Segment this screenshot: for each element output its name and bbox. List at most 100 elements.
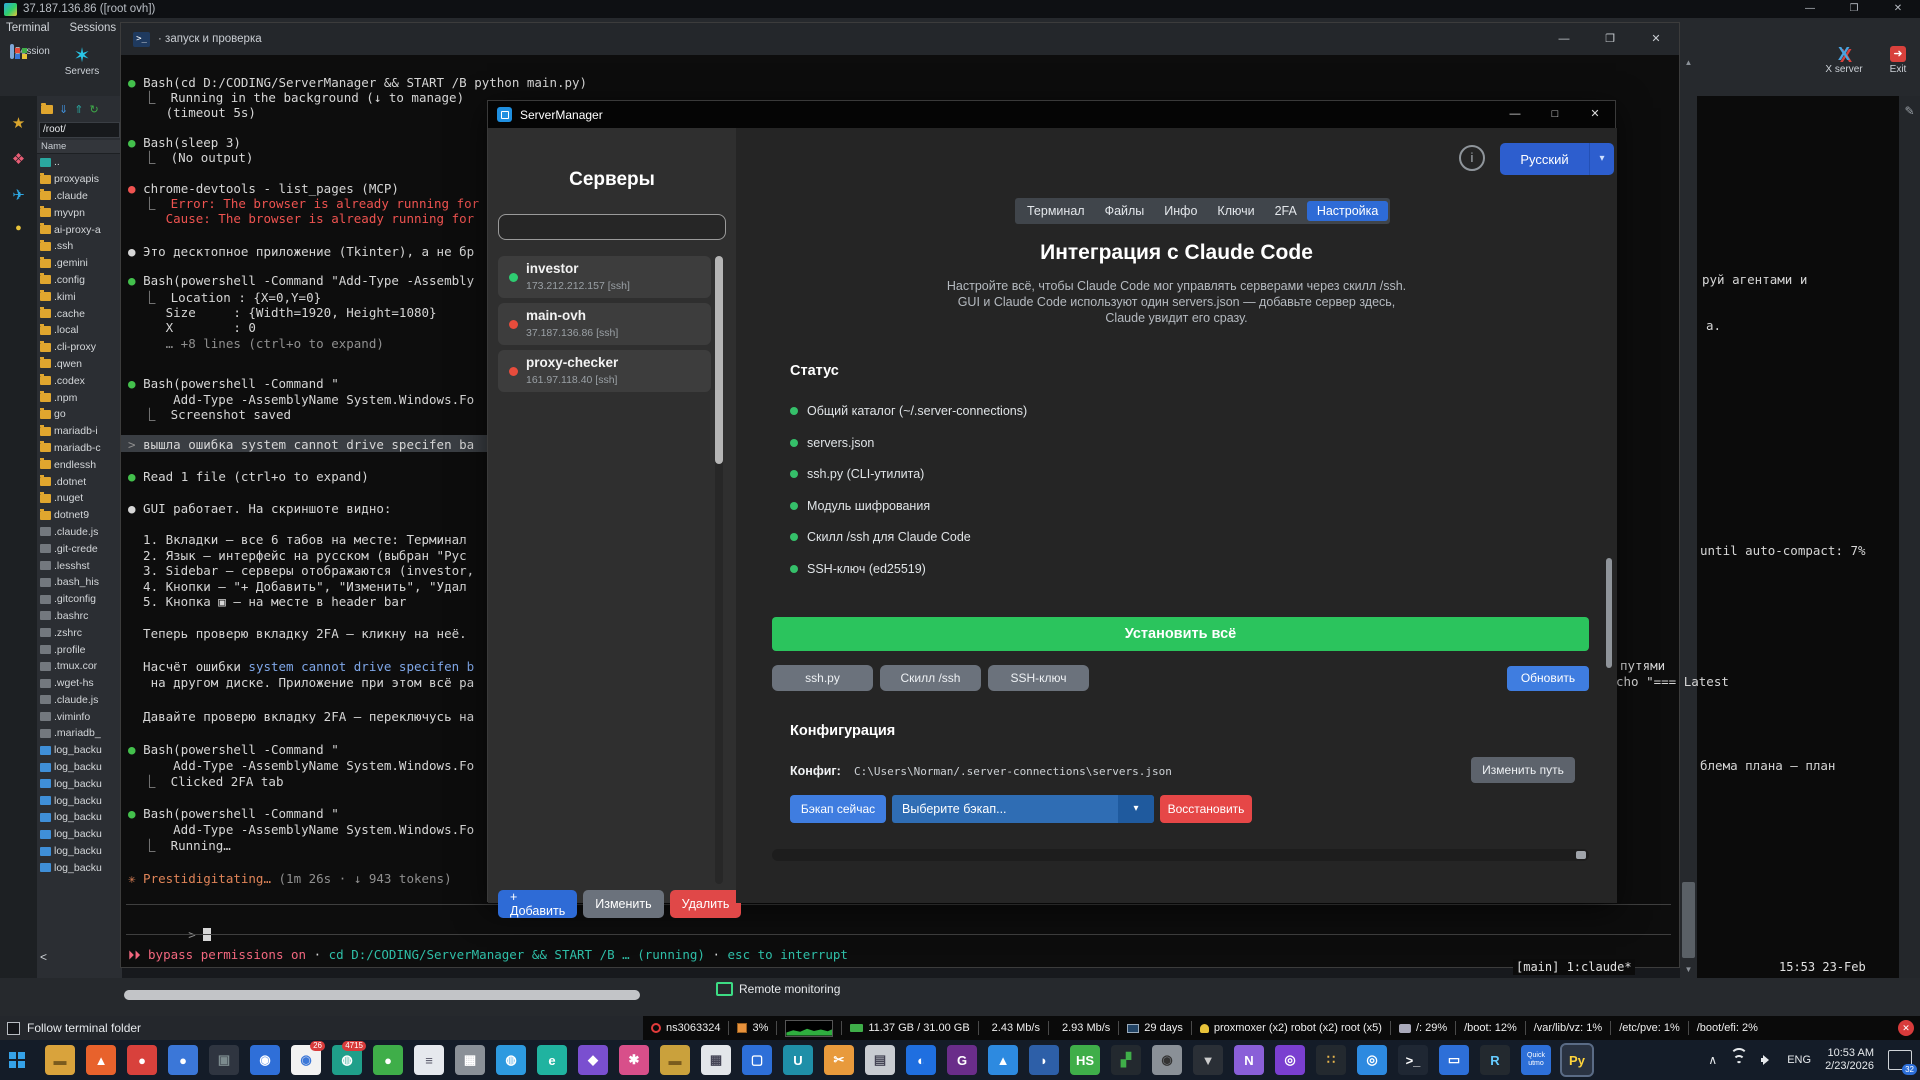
taskbar-icon-hs[interactable]: HS — [1070, 1045, 1100, 1075]
x-server-button[interactable]: X X server — [1816, 44, 1872, 75]
file-item[interactable]: .codex — [37, 372, 122, 389]
menu-terminal[interactable]: Terminal — [6, 22, 49, 34]
terminal-maximize-icon[interactable]: ❐ — [1587, 23, 1633, 55]
files-column-header[interactable]: Name — [37, 140, 122, 154]
taskbar-icon-blue-disc[interactable]: ◍ — [496, 1045, 526, 1075]
file-item[interactable]: proxyapis — [37, 171, 122, 188]
tab-Настройка[interactable]: Настройка — [1306, 201, 1389, 221]
file-item[interactable]: .ssh — [37, 238, 122, 255]
file-item[interactable]: .claude.js — [37, 524, 122, 541]
file-item[interactable]: .git-crede — [37, 540, 122, 557]
sidebar-button-red[interactable]: Удалить — [669, 890, 742, 918]
taskbar-icon-grid-app[interactable]: ∷ — [1316, 1045, 1346, 1075]
scroll-up-icon[interactable]: ▲ — [1680, 58, 1697, 67]
scroll-down-icon[interactable]: ▼ — [1680, 965, 1697, 974]
file-item[interactable]: log_backu — [37, 809, 122, 826]
server-search-input[interactable] — [498, 214, 726, 240]
taskbar-icon-notepad[interactable]: ≡ — [414, 1045, 444, 1075]
taskbar-icon-e-app[interactable]: e — [537, 1045, 567, 1075]
backup-now-button[interactable]: Бэкап сейчас — [790, 795, 886, 823]
info-icon[interactable]: i — [1459, 145, 1485, 171]
path-input[interactable]: /root/ — [39, 122, 120, 138]
horizontal-scrollbar[interactable] — [124, 990, 640, 1000]
taskbar-icon-calculator[interactable]: ▦ — [701, 1045, 731, 1075]
menu-sessions[interactable]: Sessions — [69, 22, 116, 34]
taskbar-icon-folder2[interactable]: ▬ — [660, 1045, 690, 1075]
favorites-star-icon[interactable]: ★ — [0, 114, 37, 132]
backup-select[interactable]: Выберите бэкап... ▾ — [892, 795, 1154, 823]
minimize-icon[interactable]: — — [1788, 0, 1832, 18]
taskbar-icon-powershell[interactable]: >_ — [1398, 1045, 1428, 1075]
file-item[interactable]: .nuget — [37, 490, 122, 507]
main-scrollbar-thumb[interactable] — [1606, 558, 1612, 668]
file-item[interactable]: log_backu — [37, 742, 122, 759]
language-select[interactable]: Русский ▾ — [1500, 143, 1614, 175]
download-icon[interactable]: ⇓ — [59, 103, 68, 116]
sm-maximize-icon[interactable]: □ — [1535, 101, 1575, 128]
terminal-close-icon[interactable]: ✕ — [1633, 23, 1679, 55]
taskbar-icon-dark-app[interactable]: ▣ — [209, 1045, 239, 1075]
taskbar-icon-quick-utmo[interactable]: Quick utmo — [1521, 1045, 1551, 1075]
maximize-icon[interactable]: ❐ — [1832, 0, 1876, 18]
tray-expand-icon[interactable]: ∧ — [1708, 1053, 1717, 1067]
taskbar-icon-red-app[interactable]: ● — [127, 1045, 157, 1075]
taskbar-icon-mountain[interactable]: ▲ — [988, 1045, 1018, 1075]
file-item[interactable]: log_backu — [37, 792, 122, 809]
server-card-main-ovh[interactable]: main-ovh 37.187.136.86 [ssh] — [498, 303, 711, 345]
component-button[interactable]: ssh.py — [772, 665, 873, 691]
file-item[interactable]: dotnet9 — [37, 507, 122, 524]
file-item[interactable]: .gitconfig — [37, 591, 122, 608]
file-item[interactable]: mariadb-c — [37, 440, 122, 457]
sidebar-scroll-left[interactable]: < — [40, 950, 47, 964]
language-indicator[interactable]: ENG — [1787, 1054, 1811, 1066]
yellow-dot-icon[interactable]: ● — [0, 222, 37, 234]
folder-up-icon[interactable] — [41, 102, 53, 114]
server-list-scrollbar[interactable] — [715, 256, 723, 884]
taskbar-icon-camera[interactable]: ◉ — [1152, 1045, 1182, 1075]
file-item[interactable]: .cache — [37, 305, 122, 322]
file-item[interactable]: .local — [37, 322, 122, 339]
file-item[interactable]: .lesshst — [37, 557, 122, 574]
sm-close-icon[interactable]: ✕ — [1575, 101, 1615, 128]
refresh-icon[interactable]: ↻ — [89, 103, 98, 116]
file-item[interactable]: .gemini — [37, 255, 122, 272]
file-item[interactable]: ai-proxy-a — [37, 221, 122, 238]
install-all-button[interactable]: Установить всё — [772, 617, 1589, 651]
send-icon[interactable]: ✈ — [0, 186, 37, 204]
file-item[interactable]: .mariadb_ — [37, 725, 122, 742]
statusbar-close-icon[interactable]: ✕ — [1898, 1020, 1914, 1036]
file-item[interactable]: .cli-proxy — [37, 339, 122, 356]
sidebar-button-blue[interactable]: + Добавить — [498, 890, 578, 918]
taskbar-icon-green-app[interactable]: ● — [373, 1045, 403, 1075]
log-scroll-thumb[interactable] — [1576, 851, 1586, 859]
file-item[interactable]: .npm — [37, 389, 122, 406]
notification-icon[interactable]: 32 — [1888, 1050, 1917, 1075]
tab-Инфо[interactable]: Инфо — [1154, 201, 1207, 221]
speaker-icon[interactable] — [1761, 1054, 1773, 1066]
tab-Терминал[interactable]: Терминал — [1017, 201, 1095, 221]
upload-icon[interactable]: ⇑ — [74, 103, 83, 116]
file-item[interactable]: .qwen — [37, 356, 122, 373]
server-card-investor[interactable]: investor 173.212.212.157 [ssh] — [498, 256, 711, 298]
file-item[interactable]: log_backu — [37, 859, 122, 876]
file-item[interactable]: go — [37, 406, 122, 423]
component-button[interactable]: Скилл /ssh — [880, 665, 981, 691]
terminal-tab[interactable]: · запуск и проверка — [158, 33, 262, 45]
file-item[interactable]: .zshrc — [37, 624, 122, 641]
log-scroll-strip[interactable] — [772, 849, 1589, 861]
taskbar-icon-brave[interactable]: ▲ — [86, 1045, 116, 1075]
taskbar-icon-compass[interactable]: ◉ — [250, 1045, 280, 1075]
file-item[interactable]: .dotnet — [37, 473, 122, 490]
taskbar-icon-folder[interactable]: ▬ — [45, 1045, 75, 1075]
file-item[interactable]: .bashrc — [37, 608, 122, 625]
terminal-scrollbar[interactable]: ▲ ▼ — [1680, 46, 1697, 978]
file-item[interactable]: .kimi — [37, 288, 122, 305]
file-item[interactable]: log_backu — [37, 759, 122, 776]
refresh-button[interactable]: Обновить — [1507, 666, 1589, 691]
taskbar-icon-n-app[interactable]: N — [1234, 1045, 1264, 1075]
remote-monitoring-toggle[interactable]: Remote monitoring — [716, 982, 840, 996]
sidebar-button-gray[interactable]: Изменить — [583, 890, 664, 918]
file-item[interactable]: .claude.js — [37, 692, 122, 709]
server-card-proxy-checker[interactable]: proxy-checker 161.97.118.40 [ssh] — [498, 350, 711, 392]
change-path-button[interactable]: Изменить путь — [1471, 757, 1575, 783]
